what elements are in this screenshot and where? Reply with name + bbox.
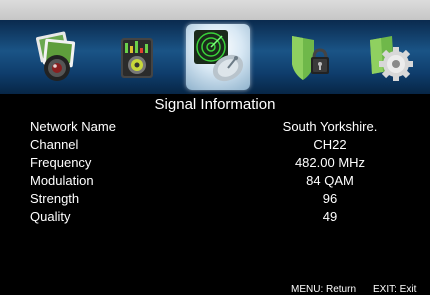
info-label: Modulation [30, 173, 94, 188]
footer-key-hints: MENU: Return EXIT: Exit [0, 284, 430, 295]
photo-icon[interactable] [30, 30, 82, 84]
info-label: Strength [30, 191, 80, 206]
info-row-quality: Quality 49 [0, 208, 430, 225]
top-bar [0, 0, 430, 20]
info-label: Network Name [30, 119, 116, 134]
main-menu-bar [0, 20, 430, 94]
info-row-channel: Channel CH22 [0, 136, 430, 153]
info-value: 482.00 MHz [294, 155, 366, 170]
music-player-icon[interactable] [111, 30, 163, 84]
info-value: 96 [322, 191, 338, 206]
info-value: South Yorkshire. [282, 119, 378, 134]
info-row-network-name: Network Name South Yorkshire. [0, 118, 430, 135]
satellite-signal-icon[interactable] [186, 24, 250, 90]
panel-title: Signal Information [154, 96, 276, 113]
info-value: 49 [322, 209, 338, 224]
security-lock-icon[interactable] [282, 30, 334, 84]
exit-hint: EXIT: Exit [373, 284, 417, 295]
info-label: Frequency [30, 155, 92, 170]
info-row-modulation: Modulation 84 QAM [0, 172, 430, 189]
info-value: 84 QAM [306, 173, 354, 188]
menu-return-hint: MENU: Return [291, 284, 357, 295]
info-row-frequency: Frequency 482.00 MHz [0, 154, 430, 171]
info-value: CH22 [313, 137, 347, 152]
settings-gear-icon[interactable] [364, 30, 416, 84]
signal-info-panel: Signal Information Network Name South Yo… [0, 94, 430, 295]
info-row-strength: Strength 96 [0, 190, 430, 207]
info-label: Channel [30, 137, 79, 152]
info-label: Quality [30, 209, 71, 224]
